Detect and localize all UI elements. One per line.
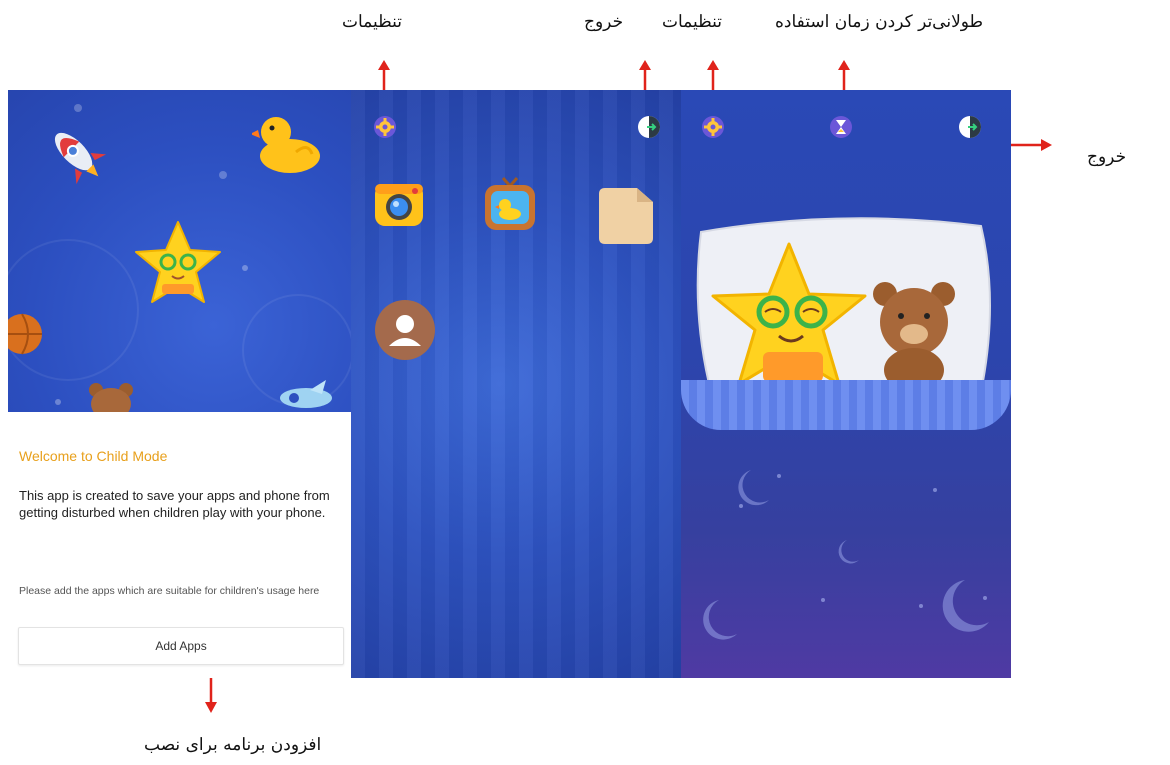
welcome-title: Welcome to Child Mode [19,448,168,464]
apps-home-screen [351,90,681,678]
folder-app-icon[interactable] [597,186,655,246]
annotation-exit-top: خروج [584,12,624,32]
gear-icon[interactable] [701,115,725,139]
teddy-illustration [89,383,133,412]
annotation-settings-left: تنظیمات [342,12,402,32]
gear-icon[interactable] [373,115,397,139]
welcome-description: This app is created to save your apps an… [19,488,330,520]
rocket-illustration [54,132,107,185]
airplane-illustration [280,380,332,408]
add-apps-button[interactable]: Add Apps [18,627,344,665]
annotation-settings-mid: تنظیمات [662,12,722,32]
camera-app-icon[interactable] [373,178,425,230]
hourglass-icon[interactable] [829,115,853,139]
add-apps-hint: Please add the apps which are suitable f… [19,585,320,597]
annotation-extend-time: طولانی‌تر کردن زمان استفاده [775,12,984,32]
exit-icon[interactable] [637,115,661,139]
annotation-exit-right: خروج [1087,147,1127,167]
tv-duck-app-icon[interactable] [483,176,537,232]
contacts-app-icon[interactable] [375,300,435,360]
moon-decoration [703,452,989,640]
welcome-card: Welcome to Child Mode This app is create… [8,412,351,678]
blanket [681,380,1011,430]
duck-illustration [252,117,320,173]
bedtime-screen [681,90,1011,678]
exit-icon[interactable] [958,115,982,139]
ball-illustration [8,313,42,355]
welcome-screen: Welcome to Child Mode This app is create… [8,90,351,678]
star-illustration [135,221,221,303]
annotation-add-app: افزودن برنامه برای نصب [144,735,322,755]
